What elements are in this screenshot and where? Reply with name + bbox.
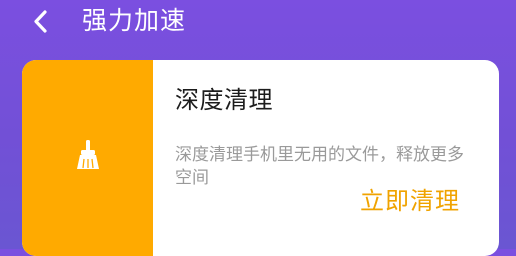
chevron-left-icon <box>34 10 47 33</box>
broom-icon <box>75 140 101 170</box>
top-bar: 强力加速 <box>0 0 516 48</box>
back-button[interactable] <box>26 7 56 37</box>
page-title: 强力加速 <box>82 6 187 35</box>
card-title: 深度清理 <box>175 86 273 114</box>
deep-clean-card[interactable]: 深度清理 深度清理手机里无用的文件，释放更多空间 立即清理 <box>22 60 499 256</box>
clean-now-button[interactable]: 立即清理 <box>360 184 460 218</box>
card-icon-panel <box>22 60 153 256</box>
